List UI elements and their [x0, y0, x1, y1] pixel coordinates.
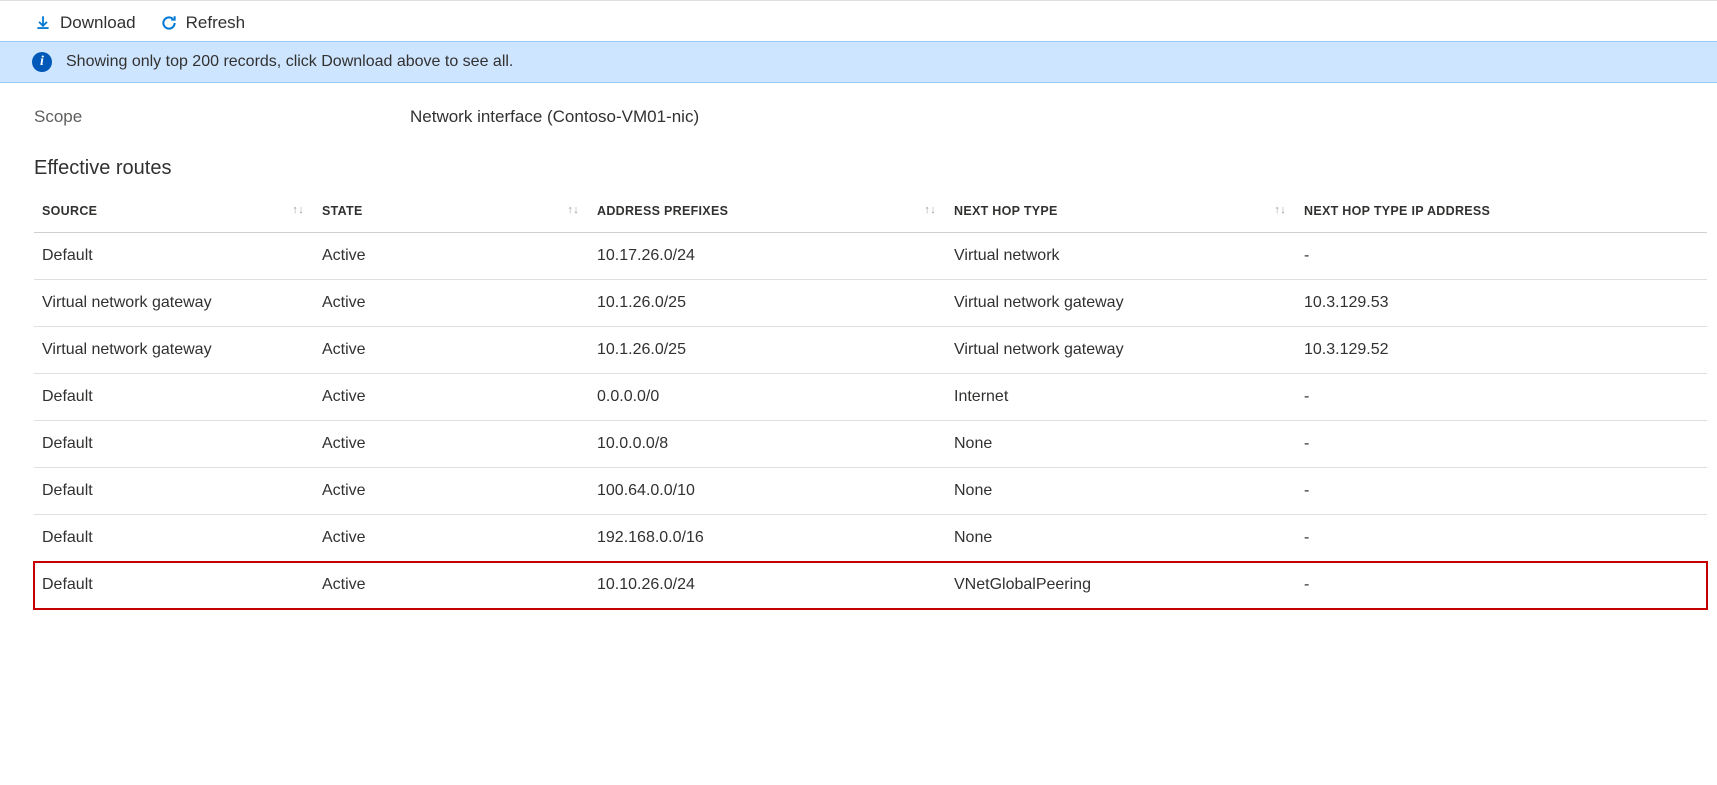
- cell-address-prefix: 100.64.0.0/10: [589, 468, 946, 515]
- effective-routes-table: Source ↑↓ State ↑↓ Address Prefixes ↑↓ N…: [34, 192, 1707, 609]
- cell-next-hop-type: None: [946, 421, 1296, 468]
- refresh-icon: [160, 14, 178, 32]
- cell-state: Active: [314, 515, 589, 562]
- cell-state: Active: [314, 280, 589, 327]
- cell-next-hop-type: Virtual network gateway: [946, 280, 1296, 327]
- column-header-source[interactable]: Source ↑↓: [34, 192, 314, 233]
- cell-address-prefix: 10.0.0.0/8: [589, 421, 946, 468]
- table-row[interactable]: Virtual network gatewayActive10.1.26.0/2…: [34, 327, 1707, 374]
- cell-next-hop-ip: -: [1296, 562, 1707, 609]
- cell-address-prefix: 10.10.26.0/24: [589, 562, 946, 609]
- sort-icon: ↑↓: [292, 204, 304, 216]
- cell-source: Default: [34, 233, 314, 280]
- scope-value: Network interface (Contoso-VM01-nic): [410, 107, 699, 127]
- table-row[interactable]: DefaultActive0.0.0.0/0Internet-: [34, 374, 1707, 421]
- cell-state: Active: [314, 327, 589, 374]
- cell-state: Active: [314, 562, 589, 609]
- refresh-button[interactable]: Refresh: [160, 13, 246, 33]
- column-header-label: Source: [42, 204, 97, 218]
- column-header-state[interactable]: State ↑↓: [314, 192, 589, 233]
- column-header-next-hop-type[interactable]: Next Hop Type ↑↓: [946, 192, 1296, 233]
- cell-address-prefix: 10.1.26.0/25: [589, 327, 946, 374]
- scope-row: Scope Network interface (Contoso-VM01-ni…: [0, 83, 1717, 135]
- refresh-label: Refresh: [186, 13, 246, 33]
- scope-label: Scope: [34, 107, 410, 127]
- sort-icon: ↑↓: [924, 204, 936, 216]
- cell-next-hop-type: VNetGlobalPeering: [946, 562, 1296, 609]
- cell-state: Active: [314, 421, 589, 468]
- toolbar: Download Refresh: [0, 9, 1717, 41]
- column-header-address-prefixes[interactable]: Address Prefixes ↑↓: [589, 192, 946, 233]
- cell-next-hop-ip: 10.3.129.53: [1296, 280, 1707, 327]
- table-body: DefaultActive10.17.26.0/24Virtual networ…: [34, 233, 1707, 609]
- cell-next-hop-ip: -: [1296, 233, 1707, 280]
- info-message: Showing only top 200 records, click Down…: [66, 53, 513, 71]
- download-label: Download: [60, 13, 136, 33]
- cell-next-hop-type: Internet: [946, 374, 1296, 421]
- table-header-row: Source ↑↓ State ↑↓ Address Prefixes ↑↓ N…: [34, 192, 1707, 233]
- cell-next-hop-ip: -: [1296, 374, 1707, 421]
- divider: [0, 0, 1717, 1]
- table-row[interactable]: Virtual network gatewayActive10.1.26.0/2…: [34, 280, 1707, 327]
- column-header-label: Next Hop Type: [954, 204, 1058, 218]
- cell-source: Default: [34, 562, 314, 609]
- effective-routes-panel: Download Refresh i Showing only top 200 …: [0, 0, 1717, 649]
- cell-source: Default: [34, 374, 314, 421]
- cell-next-hop-ip: -: [1296, 421, 1707, 468]
- info-bar: i Showing only top 200 records, click Do…: [0, 41, 1717, 83]
- cell-address-prefix: 192.168.0.0/16: [589, 515, 946, 562]
- cell-next-hop-type: None: [946, 468, 1296, 515]
- sort-icon: ↑↓: [1274, 204, 1286, 216]
- cell-source: Virtual network gateway: [34, 280, 314, 327]
- info-icon: i: [32, 52, 52, 72]
- cell-state: Active: [314, 374, 589, 421]
- table-row[interactable]: DefaultActive192.168.0.0/16None-: [34, 515, 1707, 562]
- cell-state: Active: [314, 233, 589, 280]
- cell-source: Virtual network gateway: [34, 327, 314, 374]
- cell-state: Active: [314, 468, 589, 515]
- section-title: Effective routes: [0, 135, 1717, 192]
- cell-address-prefix: 0.0.0.0/0: [589, 374, 946, 421]
- cell-next-hop-type: Virtual network: [946, 233, 1296, 280]
- cell-next-hop-ip: -: [1296, 515, 1707, 562]
- cell-address-prefix: 10.17.26.0/24: [589, 233, 946, 280]
- column-header-label: Address Prefixes: [597, 204, 728, 218]
- cell-address-prefix: 10.1.26.0/25: [589, 280, 946, 327]
- column-header-label: Next Hop Type IP Address: [1304, 204, 1490, 218]
- cell-next-hop-type: None: [946, 515, 1296, 562]
- cell-next-hop-type: Virtual network gateway: [946, 327, 1296, 374]
- cell-source: Default: [34, 515, 314, 562]
- download-icon: [34, 14, 52, 32]
- cell-source: Default: [34, 421, 314, 468]
- cell-next-hop-ip: -: [1296, 468, 1707, 515]
- column-header-label: State: [322, 204, 363, 218]
- table-row[interactable]: DefaultActive100.64.0.0/10None-: [34, 468, 1707, 515]
- table-row[interactable]: DefaultActive10.0.0.0/8None-: [34, 421, 1707, 468]
- cell-source: Default: [34, 468, 314, 515]
- table-row[interactable]: DefaultActive10.17.26.0/24Virtual networ…: [34, 233, 1707, 280]
- cell-next-hop-ip: 10.3.129.52: [1296, 327, 1707, 374]
- table-row[interactable]: DefaultActive10.10.26.0/24VNetGlobalPeer…: [34, 562, 1707, 609]
- sort-icon: ↑↓: [567, 204, 579, 216]
- download-button[interactable]: Download: [34, 13, 136, 33]
- column-header-next-hop-ip[interactable]: Next Hop Type IP Address: [1296, 192, 1707, 233]
